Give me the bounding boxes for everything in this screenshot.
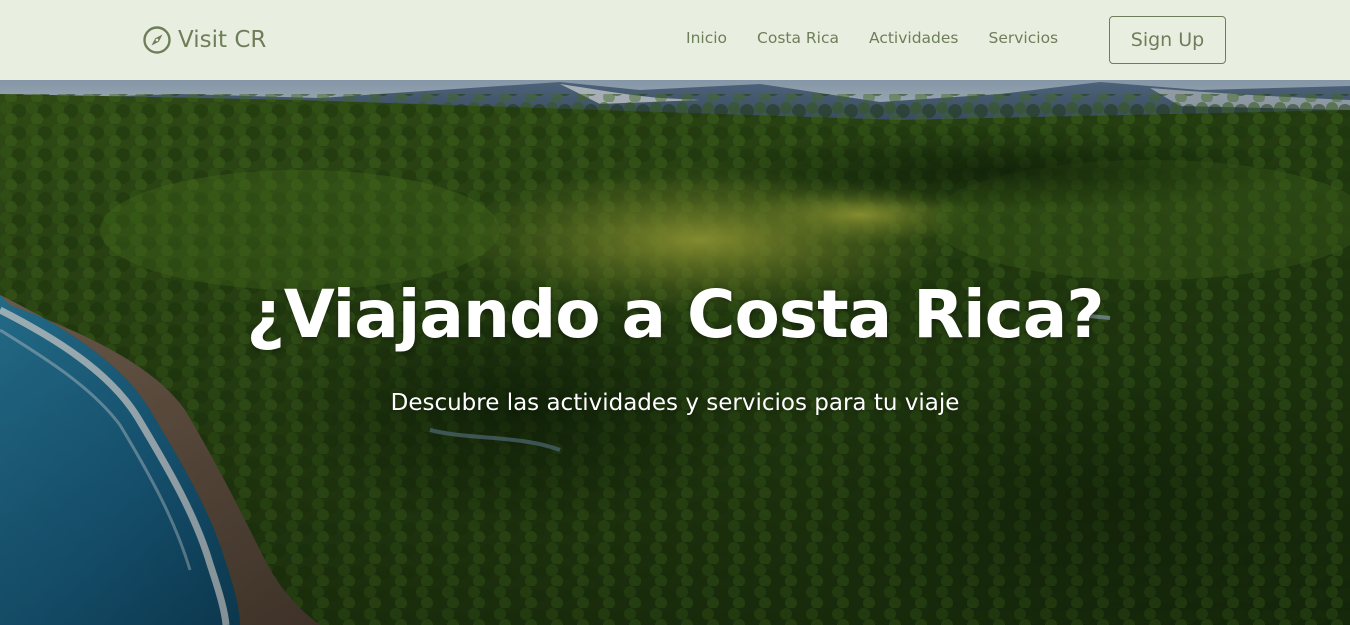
hero-title: ¿Viajando a Costa Rica? xyxy=(246,276,1104,353)
sign-up-button[interactable]: Sign Up xyxy=(1109,16,1226,64)
compass-icon xyxy=(142,25,172,55)
brand-logo-link[interactable]: Visit CR xyxy=(142,22,266,58)
nav-link-inicio[interactable]: Inicio xyxy=(686,29,727,47)
hero-section: ¿Viajando a Costa Rica? Descubre las act… xyxy=(0,80,1350,625)
navbar: Visit CR Inicio Costa Rica Actividades S… xyxy=(0,0,1350,80)
nav-link-servicios[interactable]: Servicios xyxy=(989,29,1059,47)
nav-link-costa-rica[interactable]: Costa Rica xyxy=(757,29,839,47)
main-nav: Inicio Costa Rica Actividades Servicios xyxy=(686,29,1088,47)
nav-link-actividades[interactable]: Actividades xyxy=(869,29,959,47)
hero-subtitle: Descubre las actividades y servicios par… xyxy=(390,390,960,416)
brand-name: Visit CR xyxy=(178,27,267,53)
